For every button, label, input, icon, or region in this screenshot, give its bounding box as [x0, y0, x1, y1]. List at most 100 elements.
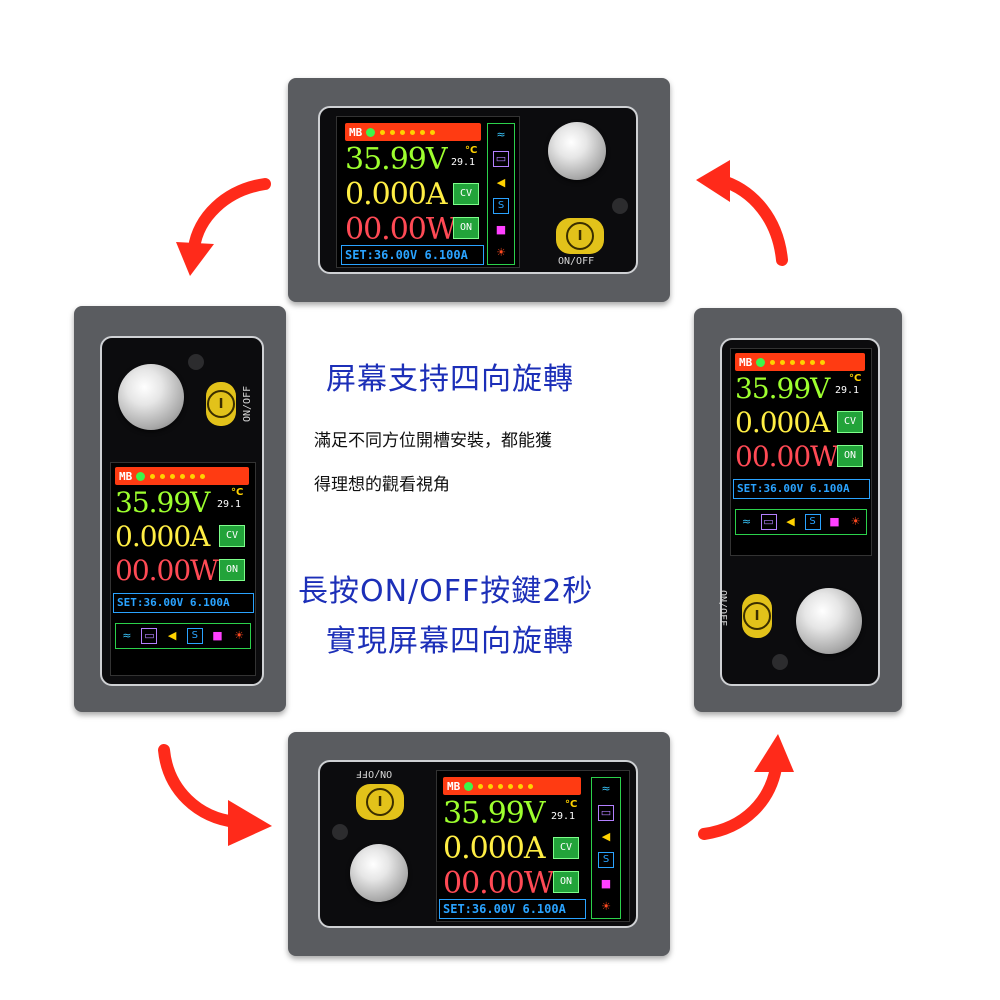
power-readout: 00.00W: [345, 212, 457, 247]
temperature-readout: 29.1: [835, 385, 860, 396]
on-badge: ON: [219, 559, 245, 581]
s-icon: S: [804, 514, 821, 530]
power-button[interactable]: I: [556, 218, 604, 254]
led-off-icon: [770, 359, 776, 365]
arrow-bottom-right-icon: [698, 734, 794, 840]
mb-label: MB: [119, 469, 133, 483]
led-off-icon: [528, 783, 534, 789]
temp-unit: °C: [565, 799, 578, 810]
rotary-knob[interactable]: [350, 844, 408, 902]
lcd-screen: MB 35.99V 0.000A 00.00W °C 29.1 CV ON SE…: [110, 462, 256, 676]
lock-icon: ■: [495, 222, 507, 236]
faceplate: MB 35.99V 0.000A 00.00W °C 29.1 CV ON SE…: [318, 106, 638, 274]
led-off-icon: [410, 129, 416, 135]
sensor-dot: [772, 654, 788, 670]
set-line: SET:36.00V 6.100A: [439, 899, 586, 919]
speaker-icon: ◀: [786, 515, 795, 528]
s-icon: S: [493, 198, 509, 215]
current-readout: 0.000A: [443, 831, 546, 866]
led-off-icon: [790, 359, 796, 365]
arrow-top-left-icon: [176, 178, 271, 276]
mb-label: MB: [349, 125, 363, 139]
sensor-dot: [188, 354, 204, 370]
on-badge: ON: [837, 445, 863, 467]
icon-row: ≈ ▭ ◀ S ■ ☀: [735, 509, 867, 535]
wifi-icon: ≈: [122, 629, 132, 642]
led-off-icon: [180, 473, 186, 479]
lock-icon: ■: [600, 876, 612, 890]
body-line-2: 得理想的觀看視角: [314, 475, 450, 495]
s-icon: S: [186, 628, 203, 644]
icon-column: ≈ ▭ ◀ S ■ ☀: [591, 777, 621, 919]
led-off-icon: [810, 359, 816, 365]
power-icon: I: [743, 602, 771, 630]
arrow-bottom-left-icon: [158, 744, 272, 846]
set-line: SET:36.00V 6.100A: [733, 479, 870, 499]
icon-row: ≈ ▭ ◀ S ■ ☀: [115, 623, 251, 649]
cv-badge: CV: [453, 183, 479, 205]
power-readout: 00.00W: [443, 866, 555, 901]
led-off-icon: [380, 129, 386, 135]
led-off-icon: [498, 783, 504, 789]
rotary-knob[interactable]: [796, 588, 862, 654]
voltage-readout: 35.99V: [345, 142, 448, 177]
current-readout: 0.000A: [735, 406, 830, 439]
set-line: SET:36.00V 6.100A: [113, 593, 254, 613]
onoff-label: ON/OFF: [356, 768, 393, 779]
sun-icon: ☀: [601, 899, 611, 913]
power-button[interactable]: I: [206, 382, 236, 426]
led-on-icon: [366, 127, 376, 137]
faceplate: MB 35.99V 0.000A 00.00W °C 29.1 CV ON SE…: [717, 338, 880, 686]
wifi-icon: ≈: [601, 782, 611, 796]
faceplate: I ON/OFF MB 35.99V 0.000A 00.00W °C 29.1…: [100, 336, 264, 686]
led-off-icon: [430, 129, 436, 135]
current-readout: 0.000A: [115, 520, 210, 553]
power-button[interactable]: I: [356, 784, 404, 820]
device-top: MB 35.99V 0.000A 00.00W °C 29.1 CV ON SE…: [288, 78, 670, 302]
sun-icon: ☀: [234, 629, 245, 642]
memory-icon: ▭: [598, 804, 614, 821]
lock-icon: ■: [829, 515, 840, 528]
onoff-label: ON/OFF: [242, 385, 253, 422]
rotary-knob[interactable]: [548, 122, 606, 180]
led-off-icon: [488, 783, 494, 789]
sun-icon: ☀: [850, 515, 861, 528]
faceplate: ON/OFF I MB 35.99V 0.000A 00.00W °C 29.1…: [318, 760, 638, 928]
device-left: I ON/OFF MB 35.99V 0.000A 00.00W °C 29.1…: [74, 306, 286, 712]
power-button[interactable]: I: [742, 594, 772, 638]
led-off-icon: [780, 359, 786, 365]
power-icon: I: [207, 390, 235, 418]
device-bottom: ON/OFF I MB 35.99V 0.000A 00.00W °C 29.1…: [288, 732, 670, 956]
lcd-screen: MB 35.99V 0.000A 00.00W °C 29.1 CV ON SE…: [730, 348, 872, 556]
sun-icon: ☀: [496, 245, 506, 259]
power-icon: I: [566, 222, 594, 250]
led-on-icon: [756, 357, 766, 367]
icon-column: ≈ ▭ ◀ S ■ ☀: [487, 123, 515, 265]
led-off-icon: [400, 129, 406, 135]
temp-unit: °C: [465, 145, 478, 156]
led-on-icon: [464, 781, 474, 791]
speaker-icon: ◀: [496, 175, 506, 189]
temperature-readout: 29.1: [217, 499, 242, 510]
instruction-line-2: 實現屏幕四向旋轉: [326, 624, 574, 659]
status-bar: MB: [735, 353, 865, 371]
status-bar: MB: [443, 777, 581, 795]
rotary-knob[interactable]: [118, 364, 184, 430]
led-off-icon: [390, 129, 396, 135]
power-readout: 00.00W: [115, 554, 219, 587]
s-icon: S: [598, 852, 614, 869]
headline: 屏幕支持四向旋轉: [326, 362, 574, 397]
memory-icon: ▭: [493, 150, 509, 167]
voltage-readout: 35.99V: [443, 796, 546, 831]
body-line-1: 滿足不同方位開槽安裝，都能獲: [314, 431, 552, 451]
led-off-icon: [200, 473, 206, 479]
cv-badge: CV: [553, 837, 579, 859]
voltage-readout: 35.99V: [735, 372, 830, 405]
voltage-readout: 35.99V: [115, 486, 210, 519]
device-right: MB 35.99V 0.000A 00.00W °C 29.1 CV ON SE…: [694, 308, 902, 712]
led-off-icon: [820, 359, 826, 365]
wifi-icon: ≈: [741, 515, 752, 528]
led-on-icon: [136, 471, 146, 481]
arrow-top-right-icon: [696, 160, 788, 266]
memory-icon: ▭: [760, 514, 777, 530]
